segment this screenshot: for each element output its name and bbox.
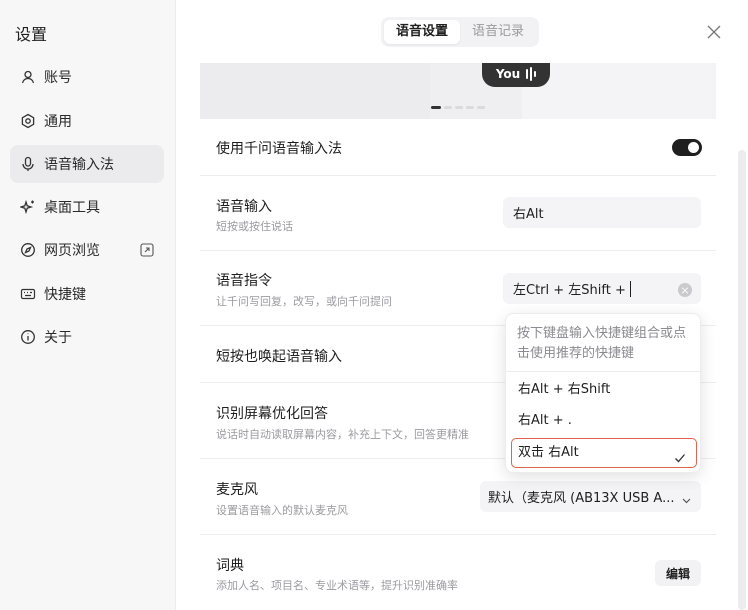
sidebar: 设置 账号 通用 语音输入法 桌面工具 网页浏览 快捷键 关于 bbox=[0, 0, 176, 610]
voice-input-shortcut-field[interactable]: 右Alt bbox=[503, 197, 701, 228]
sidebar-item-label: 账号 bbox=[44, 70, 72, 86]
sidebar-item-web-browsing[interactable]: 网页浏览 bbox=[10, 231, 164, 269]
preview-panel-right bbox=[522, 63, 716, 119]
text-caret bbox=[629, 280, 631, 297]
sidebar-item-label: 网页浏览 bbox=[44, 243, 100, 259]
carousel-dot[interactable] bbox=[466, 106, 474, 109]
preview-banner: You bbox=[200, 63, 716, 119]
chevron-down-icon bbox=[682, 493, 691, 504]
waveform-icon bbox=[526, 67, 537, 81]
info-icon bbox=[20, 329, 36, 345]
sidebar-item-shortcuts[interactable]: 快捷键 bbox=[10, 275, 164, 313]
carousel-dot[interactable] bbox=[431, 106, 441, 109]
dictionary-row: 词典 添加人名、项目名、专业术语等，提升识别准确率 bbox=[200, 535, 716, 605]
carousel-dots bbox=[431, 106, 485, 109]
keyboard-icon bbox=[20, 286, 36, 302]
row-subtitle: 让千问写回复，改写，或向千问提问 bbox=[216, 295, 392, 308]
external-link-icon[interactable] bbox=[140, 243, 154, 257]
row-title: 使用千问语音输入法 bbox=[216, 141, 342, 157]
sidebar-item-general[interactable]: 通用 bbox=[10, 102, 164, 140]
shortcut-option-selected[interactable]: 双击 右Alt bbox=[511, 438, 697, 468]
scrollbar[interactable] bbox=[738, 150, 746, 610]
tab-voice-settings[interactable]: 语音设置 bbox=[384, 20, 461, 44]
settings-window: 设置 账号 通用 语音输入法 桌面工具 网页浏览 快捷键 关于 语音设置 语音记… bbox=[0, 0, 748, 610]
settings-icon bbox=[20, 113, 36, 129]
sidebar-item-about[interactable]: 关于 bbox=[10, 318, 164, 356]
shortcut-option[interactable]: 右Alt + 右Shift bbox=[511, 375, 697, 405]
sparkle-icon bbox=[20, 199, 36, 215]
carousel-dot[interactable] bbox=[477, 106, 485, 109]
sidebar-title: 设置 bbox=[15, 25, 48, 44]
row-subtitle: 添加人名、项目名、专业术语等，提升识别准确率 bbox=[216, 579, 458, 592]
sidebar-item-voice-input[interactable]: 语音输入法 bbox=[10, 145, 164, 183]
shortcut-value: 左Ctrl + 左Shift + bbox=[513, 283, 626, 298]
sidebar-item-desktop-tools[interactable]: 桌面工具 bbox=[10, 188, 164, 226]
shortcut-suggestion-dropdown: 按下键盘输入快捷键组合或点击使用推荐的快捷键 右Alt + 右Shift 右Al… bbox=[505, 313, 702, 473]
row-title: 语音输入 bbox=[216, 199, 272, 215]
tab-voice-history[interactable]: 语音记录 bbox=[460, 20, 536, 44]
tab-bar: 语音设置 语音记录 bbox=[381, 17, 540, 47]
check-icon bbox=[674, 447, 686, 463]
carousel-dot[interactable] bbox=[455, 106, 463, 109]
carousel-dot[interactable] bbox=[444, 106, 452, 109]
voice-pill: You bbox=[482, 63, 550, 87]
row-title: 语音指令 bbox=[216, 273, 272, 289]
use-qianwen-toggle[interactable] bbox=[672, 139, 702, 156]
dropdown-hint: 按下键盘输入快捷键组合或点击使用推荐的快捷键 bbox=[517, 326, 687, 361]
sidebar-item-label: 关于 bbox=[44, 330, 72, 346]
sidebar-item-label: 桌面工具 bbox=[44, 200, 100, 216]
sidebar-item-label: 快捷键 bbox=[44, 287, 86, 303]
row-title: 识别屏幕优化回答 bbox=[216, 406, 328, 422]
close-icon[interactable] bbox=[704, 22, 724, 42]
row-subtitle: 设置语音输入的默认麦克风 bbox=[216, 504, 348, 517]
divider bbox=[506, 371, 702, 372]
shortcut-option[interactable]: 右Alt + . bbox=[511, 406, 697, 436]
voice-pill-label: You bbox=[495, 67, 521, 81]
row-subtitle: 短按或按住说话 bbox=[216, 220, 293, 233]
row-title: 词典 bbox=[216, 558, 244, 574]
row-title: 短按也唤起语音输入 bbox=[216, 349, 342, 365]
shortcut-option-label: 双击 右Alt bbox=[518, 445, 579, 460]
sidebar-item-label: 语音输入法 bbox=[44, 157, 114, 173]
edit-dictionary-button[interactable]: 编辑 bbox=[655, 560, 701, 586]
microphone-icon bbox=[20, 156, 36, 172]
microphone-select[interactable]: 默认（麦克风 (AB13X USB A... bbox=[480, 481, 701, 512]
use-qianwen-row: 使用千问语音输入法 bbox=[200, 119, 716, 175]
sidebar-item-account[interactable]: 账号 bbox=[10, 58, 164, 96]
clear-icon[interactable] bbox=[678, 283, 692, 297]
sidebar-item-label: 通用 bbox=[44, 114, 72, 130]
voice-command-shortcut-field[interactable]: 左Ctrl + 左Shift + bbox=[503, 273, 701, 304]
microphone-value: 默认（麦克风 (AB13X USB A... bbox=[488, 491, 675, 506]
user-icon bbox=[20, 69, 36, 85]
row-subtitle: 说话时自动读取屏幕内容，补充上下文，回答更精准 bbox=[216, 428, 469, 441]
row-title: 麦克风 bbox=[216, 482, 258, 498]
shortcut-value: 右Alt bbox=[513, 207, 544, 222]
compass-icon bbox=[20, 242, 36, 258]
